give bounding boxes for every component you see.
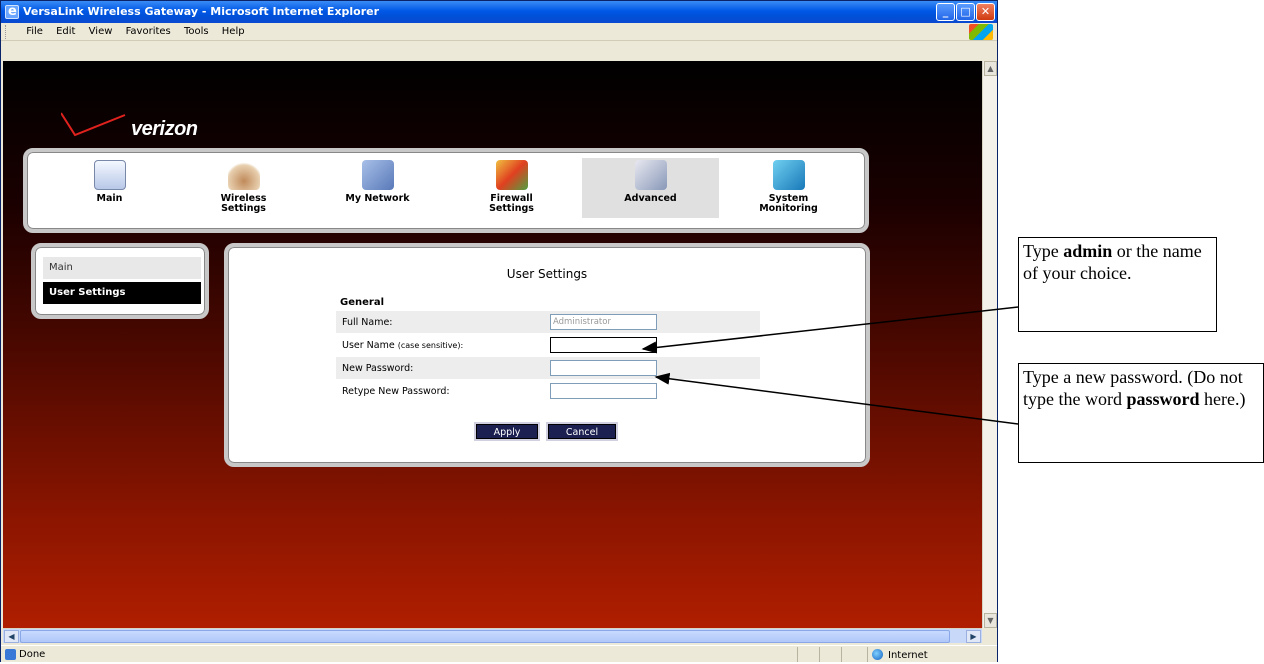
status-bar: Done Internet [1,645,997,662]
menu-file[interactable]: File [21,23,48,41]
window-title: VersaLink Wireless Gateway - Microsoft I… [23,5,380,18]
nav-firewall-settings[interactable]: Firewall Settings [443,158,580,218]
page-viewport: verizon Main Wireless Settings My Networ… [3,61,982,628]
menu-view[interactable]: View [84,23,118,41]
maximize-button[interactable]: □ [956,3,975,21]
user-name-label-text: User Name [342,340,395,351]
vertical-scrollbar[interactable]: ▲ ▼ [982,61,997,628]
network-icon [361,160,394,190]
nav-my-network[interactable]: My Network [309,158,446,218]
horizontal-scroll-thumb[interactable] [20,630,950,643]
close-button[interactable]: ✕ [976,3,995,21]
page-done-icon [5,649,16,660]
minimize-button[interactable]: _ [936,3,955,21]
nav-main-label: Main [96,193,123,204]
zone-label: Internet [888,650,928,661]
callout-password-bold: password [1126,389,1200,409]
form-row-full-name: Full Name: [336,311,760,334]
top-navigation: Main Wireless Settings My Network Firewa… [23,148,869,233]
nav-main[interactable]: Main [41,158,178,218]
browser-window: VersaLink Wireless Gateway - Microsoft I… [0,0,998,662]
side-item-user-settings[interactable]: User Settings [43,282,201,304]
status-separator [797,647,798,662]
user-name-label: User Name (case sensitive): [342,334,463,357]
wireless-icon [227,160,260,190]
nav-network-label: My Network [345,193,410,204]
cancel-button[interactable]: Cancel [548,424,616,439]
user-settings-form: Full Name: User Name (case sensitive): N… [336,311,760,403]
callout-password-post: here.) [1199,389,1246,409]
advanced-icon [634,160,667,190]
menu-edit[interactable]: Edit [51,23,80,41]
horizontal-scrollbar[interactable]: ◀ ▶ [3,628,982,643]
section-title: General [340,297,384,308]
nav-advanced[interactable]: Advanced [582,158,719,218]
nav-monitoring-label: System Monitoring [759,193,818,214]
scroll-left-icon[interactable]: ◀ [4,630,19,643]
status-separator [841,647,842,662]
side-menu: Main User Settings [31,243,209,319]
nav-wireless-settings[interactable]: Wireless Settings [175,158,312,218]
menu-help[interactable]: Help [217,23,250,41]
apply-button[interactable]: Apply [476,424,538,439]
globe-icon [872,649,883,660]
new-password-field[interactable] [550,360,657,376]
firewall-icon [495,160,528,190]
nav-wireless-label: Wireless Settings [220,193,267,214]
callout-user-name: Type admin or the name of your choice. [1018,237,1217,332]
scroll-right-icon[interactable]: ▶ [966,630,981,643]
page-title: User Settings [506,267,588,281]
security-zone: Internet [867,647,977,662]
side-item-main[interactable]: Main [43,257,201,279]
callout-new-password: Type a new password. (Do not type the wo… [1018,363,1264,463]
new-password-label: New Password: [342,363,414,374]
form-row-retype-password: Retype New Password: [336,380,760,403]
menu-favorites[interactable]: Favorites [121,23,176,41]
ie-icon [5,1,19,23]
status-separator [819,647,820,662]
user-settings-panel: User Settings General Full Name: User Na… [224,243,870,467]
form-row-new-password: New Password: [336,357,760,380]
monitor-icon [772,160,805,190]
scroll-up-icon[interactable]: ▲ [984,61,997,76]
user-name-field[interactable] [550,337,657,353]
status-text: Done [19,649,46,660]
title-bar: VersaLink Wireless Gateway - Microsoft I… [1,1,997,23]
scroll-down-icon[interactable]: ▼ [984,613,997,628]
retype-password-field[interactable] [550,383,657,399]
menu-bar: File Edit View Favorites Tools Help [1,23,997,41]
callout-user-name-pre: Type [1023,241,1064,261]
form-row-user-name: User Name (case sensitive): [336,334,760,357]
retype-password-label: Retype New Password: [342,386,450,397]
main-icon [93,160,126,190]
windows-logo-icon [969,24,993,40]
menu-tools[interactable]: Tools [179,23,214,41]
full-name-field [550,314,657,330]
toolbar-grip [5,25,16,39]
verizon-logo: verizon [131,118,198,140]
nav-system-monitoring[interactable]: System Monitoring [720,158,857,218]
nav-advanced-label: Advanced [624,193,677,204]
callout-user-name-bold: admin [1063,241,1113,261]
scroll-corner [982,628,997,643]
user-name-hint: (case sensitive): [397,341,464,350]
full-name-label: Full Name: [342,317,393,328]
nav-firewall-label: Firewall Settings [489,193,534,214]
